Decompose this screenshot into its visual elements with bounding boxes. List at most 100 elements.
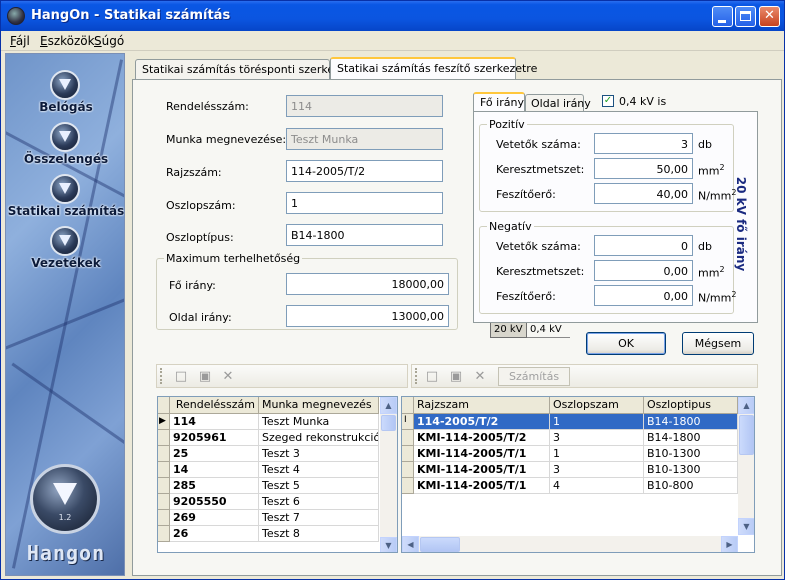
scroll-down-icon[interactable]: ▼ <box>738 518 754 535</box>
ok-button[interactable]: OK <box>586 332 666 355</box>
negativ-vetetok-field[interactable]: 0 <box>594 235 693 256</box>
maximize-button[interactable] <box>735 6 756 27</box>
vezetekek-icon <box>50 226 80 256</box>
sidebar-item-belogas[interactable]: Belógás <box>6 70 124 118</box>
copy-icon[interactable]: ▣ <box>448 369 464 385</box>
oszlopszam-label: Oszlopszám: <box>166 199 236 212</box>
title-bar[interactable]: HangOn - Statikai számítás ✕ <box>1 1 784 31</box>
maximize-icon <box>740 11 751 21</box>
pozitiv-feszito-label: Feszítőerő: <box>496 188 556 201</box>
rendelesszam-field[interactable]: 114 <box>286 95 443 117</box>
new-document-icon[interactable]: □ <box>424 369 440 385</box>
left-grid-vscroll[interactable]: ▲ ▼ <box>380 397 397 552</box>
negativ-kereszt-field[interactable]: 0,00 <box>594 260 693 281</box>
negativ-kereszt-label: Keresztmetszet: <box>496 265 585 278</box>
sidebar: Belógás Összelengés Statikai számítás Ve… <box>5 53 125 576</box>
table-row[interactable]: ▶ 114 Teszt Munka <box>158 414 380 430</box>
scroll-right-icon[interactable]: ▶ <box>721 536 738 552</box>
munka-label: Munka megnevezése: <box>166 133 287 146</box>
pozitiv-kereszt-label: Keresztmetszet: <box>496 163 585 176</box>
vertical-caption-box: 20 kV fő irány <box>726 172 756 292</box>
oszlopszam-field[interactable]: 1 <box>286 192 443 214</box>
sidebar-item-label: Statikai számítás <box>7 204 125 218</box>
table-row[interactable]: KMI-114-2005/T/2 3 B14-1800 <box>402 430 738 446</box>
minimize-button[interactable] <box>712 6 733 27</box>
table-row[interactable]: I 114-2005/T/2 1 B14-1800 <box>402 414 738 430</box>
tab-feszito[interactable]: Statikai számítás feszítő szerkezetre <box>330 57 537 80</box>
logo-version: 1.2 <box>58 513 72 522</box>
column-header-oszlopszam[interactable]: Oszlopszam <box>550 397 644 414</box>
toolbar-grip[interactable] <box>415 368 418 384</box>
table-row[interactable]: 26 Teszt 8 <box>158 526 380 542</box>
delete-icon[interactable]: ✕ <box>220 369 236 385</box>
cancel-button[interactable]: Mégsem <box>682 332 754 355</box>
table-row[interactable]: KMI-114-2005/T/1 4 B10-800 <box>402 478 738 494</box>
tab-toresponti[interactable]: Statikai számítás törésponti szerkezetre <box>135 59 362 80</box>
scroll-left-icon[interactable]: ◀ <box>402 536 419 552</box>
table-row[interactable]: KMI-114-2005/T/1 1 B10-1300 <box>402 446 738 462</box>
rajzszam-field[interactable]: 114-2005/T/2 <box>286 160 443 182</box>
pozitiv-kereszt-unit-exp: 2 <box>719 163 725 172</box>
table-row[interactable]: 14 Teszt 4 <box>158 462 380 478</box>
sidebar-item-vezetekek[interactable]: Vezetékek <box>6 226 124 274</box>
scroll-up-icon[interactable]: ▲ <box>738 397 754 414</box>
direction-panel: Pozitív Vetetők száma: 3 db Keresztmetsz… <box>473 111 758 323</box>
menu-eszkozok-hotkey: E <box>40 34 48 48</box>
menu-eszkozok[interactable]: Eszközök <box>40 34 95 48</box>
column-header-rajzszam[interactable]: Rajzszam <box>414 397 550 414</box>
munka-field[interactable]: Teszt Munka <box>286 128 443 150</box>
pozitiv-vetetok-label: Vetetők száma: <box>496 138 581 151</box>
scroll-thumb[interactable] <box>739 415 754 455</box>
cell-rajzszam: KMI-114-2005/T/2 <box>414 430 550 446</box>
close-button[interactable]: ✕ <box>759 6 780 27</box>
pozitiv-kereszt-unit-base: mm <box>698 164 720 178</box>
tab-04kv[interactable]: 0,4 kV <box>527 323 570 338</box>
table-row[interactable]: 9205961 Szeged rekonstrukció <box>158 430 380 446</box>
right-grid-hscroll[interactable]: ◀ ▶ <box>402 536 738 552</box>
sidebar-item-osszelenges[interactable]: Összelengés <box>6 122 124 170</box>
tab-oldal-irany[interactable]: Oldal irány <box>525 94 591 112</box>
checkbox-04kv[interactable]: ✓ <box>602 95 614 107</box>
pozitiv-vetetok-field[interactable]: 3 <box>594 133 693 154</box>
belogas-icon <box>50 70 80 100</box>
oszloptipus-label: Oszloptípus: <box>166 231 234 244</box>
pozitiv-feszito-field[interactable]: 40,00 <box>594 183 693 204</box>
column-header-oszloptipus[interactable]: Oszloptipus <box>644 397 738 414</box>
menu-sugo[interactable]: Súgó <box>94 34 124 48</box>
scroll-up-icon[interactable]: ▲ <box>380 397 397 414</box>
scroll-thumb[interactable] <box>420 537 460 552</box>
tab-fo-irany[interactable]: Fő irány <box>473 92 525 112</box>
right-grid-vscroll[interactable]: ▲ ▼ <box>738 397 754 535</box>
toolbar-grip[interactable] <box>160 368 163 384</box>
cell-rendelesszam: 9205550 <box>170 494 259 510</box>
new-document-icon[interactable]: □ <box>173 369 189 385</box>
right-grid[interactable]: Rajzszam Oszlopszam Oszloptipus I 114-200… <box>401 396 755 553</box>
column-header-rendelesszam[interactable]: Rendelésszám <box>170 397 259 414</box>
row-indicator <box>402 446 414 462</box>
table-row[interactable]: 25 Teszt 3 <box>158 446 380 462</box>
left-grid[interactable]: Rendelésszám Munka megnevezés ▶ 114 Teszt … <box>157 396 398 553</box>
fo-irany-label: Fő irány: <box>169 279 216 292</box>
szamitas-button[interactable]: Számítás <box>498 367 571 386</box>
negativ-kereszt-unit-exp: 2 <box>719 265 725 274</box>
hangon-logo-icon: 1.2 <box>30 464 100 534</box>
column-header-munka[interactable]: Munka megnevezés <box>259 397 379 414</box>
pozitiv-kereszt-field[interactable]: 50,00 <box>594 158 693 179</box>
delete-icon[interactable]: ✕ <box>472 369 488 385</box>
table-row[interactable]: 9205550 Teszt 6 <box>158 494 380 510</box>
negativ-vetetok-unit: db <box>698 240 712 253</box>
table-row[interactable]: KMI-114-2005/T/1 3 B10-1300 <box>402 462 738 478</box>
negativ-feszito-unit: N/mm2 <box>698 290 736 305</box>
table-row[interactable]: 285 Teszt 5 <box>158 478 380 494</box>
fo-irany-field[interactable]: 18000,00 <box>286 273 449 295</box>
scroll-down-icon[interactable]: ▼ <box>380 537 397 552</box>
table-row[interactable]: 269 Teszt 7 <box>158 510 380 526</box>
sidebar-item-statikai[interactable]: Statikai számítás <box>6 174 125 222</box>
scroll-thumb[interactable] <box>381 415 396 431</box>
menu-fajl[interactable]: Fájl <box>10 34 30 48</box>
oszloptipus-field[interactable]: B14-1800 <box>286 224 443 246</box>
oldal-irany-field[interactable]: 13000,00 <box>286 305 449 327</box>
tab-20kv[interactable]: 20 kV <box>490 323 527 338</box>
copy-icon[interactable]: ▣ <box>197 369 213 385</box>
negativ-feszito-field[interactable]: 0,00 <box>594 285 693 306</box>
